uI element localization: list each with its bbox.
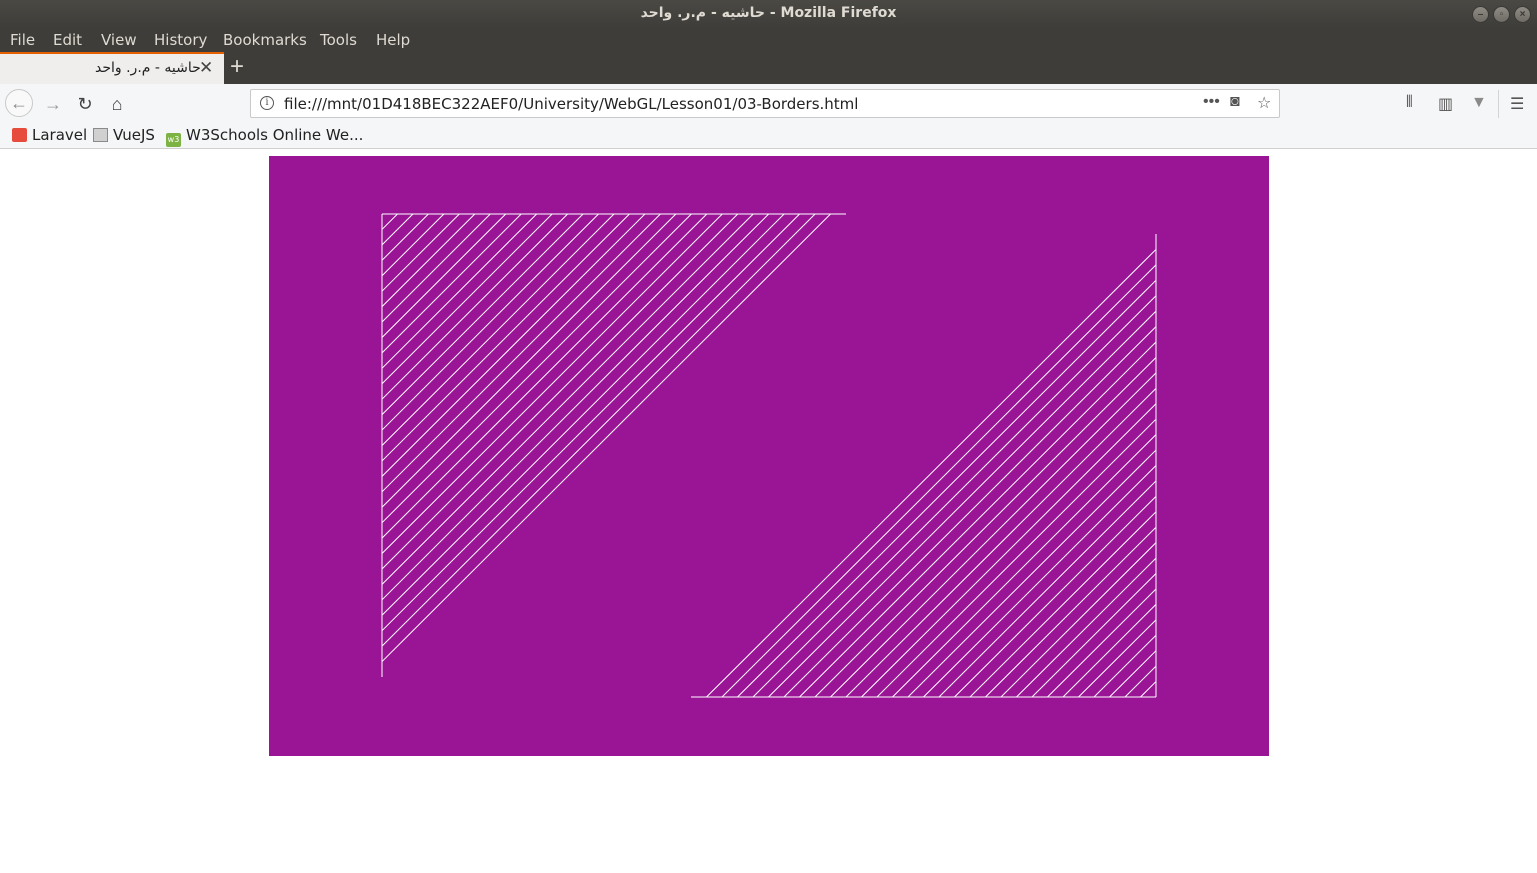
- bookmark-star-icon[interactable]: ☆: [1257, 93, 1271, 113]
- menu-history[interactable]: History: [154, 31, 207, 49]
- folder-icon: [93, 128, 108, 142]
- window-titlebar: حاشیه - م.ر. واحد - Mozilla Firefox – ▫ …: [0, 0, 1537, 28]
- bookmarks-toolbar: Laravel VueJS w3 W3Schools Online We...: [0, 124, 1537, 149]
- library-icon[interactable]: ⫴: [1406, 94, 1413, 112]
- hamburger-menu-icon[interactable]: ☰: [1510, 94, 1524, 114]
- menu-bookmarks[interactable]: Bookmarks: [223, 31, 307, 49]
- pocket-icon[interactable]: ◙: [1230, 93, 1240, 111]
- laravel-icon: [12, 128, 27, 142]
- menu-edit[interactable]: Edit: [53, 31, 82, 49]
- sidebar-icon[interactable]: ▥: [1438, 94, 1453, 114]
- maximize-icon[interactable]: ▫: [1493, 6, 1510, 23]
- bookmark-w3schools[interactable]: w3 W3Schools Online We...: [166, 126, 363, 147]
- menu-tools[interactable]: Tools: [320, 31, 357, 49]
- tab-title: حاشیه - م.ر. واحد: [95, 60, 201, 76]
- window-controls: – ▫ ×: [1472, 6, 1531, 23]
- close-icon[interactable]: ✕: [199, 58, 213, 78]
- w3schools-icon: w3: [166, 133, 181, 147]
- close-window-icon[interactable]: ×: [1514, 6, 1531, 23]
- home-icon[interactable]: ⌂: [105, 92, 129, 116]
- bookmark-label: Laravel: [32, 126, 88, 144]
- menubar: File Edit View History Bookmarks Tools H…: [0, 28, 1537, 52]
- bookmark-label: VueJS: [113, 126, 155, 144]
- reload-icon[interactable]: ↻: [73, 92, 97, 116]
- menu-help[interactable]: Help: [376, 31, 410, 49]
- window-title: حاشیه - م.ر. واحد - Mozilla Firefox: [640, 5, 897, 21]
- string-art-border: [269, 156, 1269, 756]
- tab-strip: حاشیه - م.ر. واحد ✕ +: [0, 52, 1537, 84]
- plus-icon[interactable]: +: [230, 54, 244, 80]
- url-bar[interactable]: i file:///mnt/01D418BEC322AEF0/Universit…: [250, 89, 1280, 118]
- menu-file[interactable]: File: [10, 31, 35, 49]
- webgl-canvas[interactable]: [269, 156, 1269, 756]
- minimize-icon[interactable]: –: [1472, 6, 1489, 23]
- bookmark-laravel[interactable]: Laravel: [12, 126, 87, 144]
- url-text[interactable]: file:///mnt/01D418BEC322AEF0/University/…: [284, 95, 858, 113]
- back-icon[interactable]: ←: [5, 89, 33, 117]
- extension-icon[interactable]: ▼: [1471, 94, 1487, 112]
- navigation-toolbar: ← → ↻ ⌂ i file:///mnt/01D418BEC322AEF0/U…: [0, 84, 1537, 124]
- info-icon[interactable]: i: [260, 96, 274, 110]
- tab-active[interactable]: حاشیه - م.ر. واحد ✕: [0, 52, 224, 84]
- bookmark-vuejs[interactable]: VueJS: [93, 126, 155, 144]
- more-actions-icon[interactable]: •••: [1203, 93, 1220, 111]
- forward-icon[interactable]: →: [41, 92, 65, 116]
- bookmark-label: W3Schools Online We...: [186, 126, 364, 144]
- menu-view[interactable]: View: [101, 31, 137, 49]
- toolbar-separator: [1498, 90, 1499, 118]
